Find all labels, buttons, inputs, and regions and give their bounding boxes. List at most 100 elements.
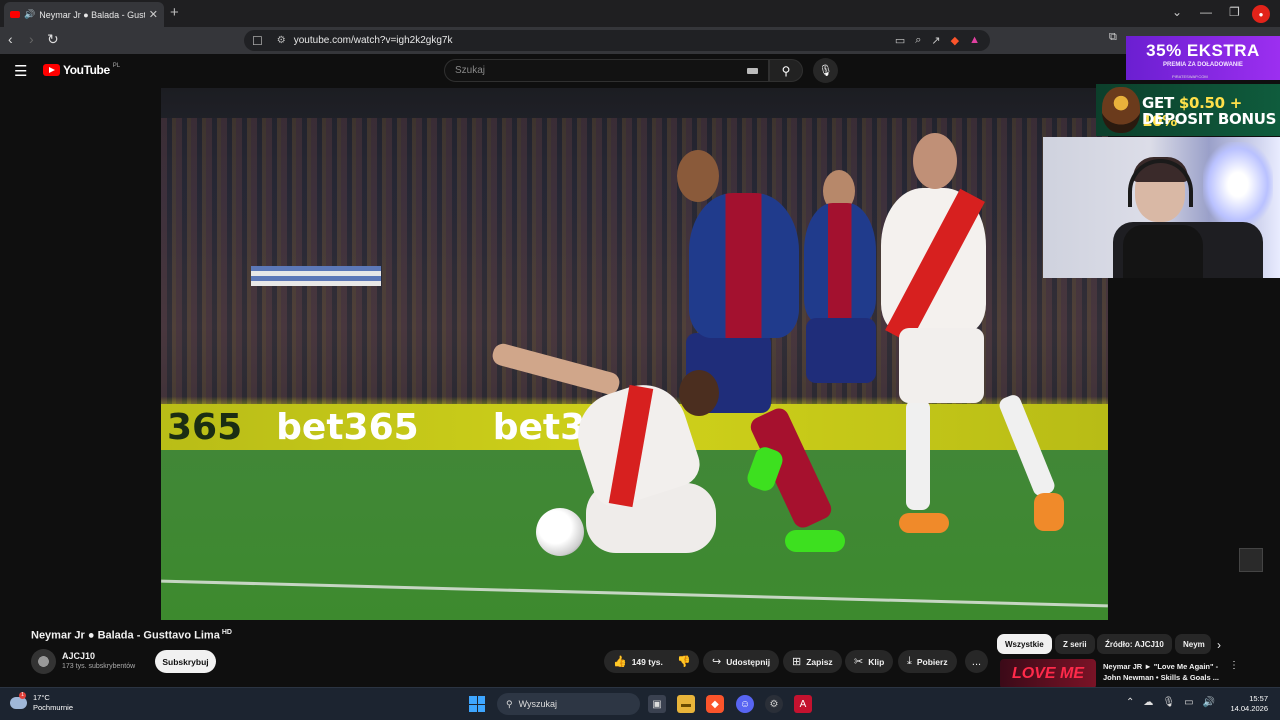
video-player[interactable]: 365 bet365 bet365 xyxy=(161,88,1108,620)
back-icon[interactable]: ‹ xyxy=(8,31,13,47)
video-title: Neymar Jr ● Balada - Gusttavo Lima HD xyxy=(31,629,232,642)
player-jersey xyxy=(804,203,876,323)
save-label: Zapisz xyxy=(806,656,833,667)
subscribe-button[interactable]: Subskrybuj xyxy=(155,650,216,673)
brave-shield-icon[interactable]: ◆ xyxy=(951,34,959,47)
share-label: Udostępnij xyxy=(726,656,771,667)
task-view-icon[interactable]: ▣ xyxy=(648,695,666,713)
like-count[interactable]: 149 tys. xyxy=(632,657,663,667)
clock-time: 15:57 xyxy=(1249,694,1268,703)
volume-icon[interactable]: 🔊 xyxy=(1203,697,1215,708)
tab-search-chevron-icon[interactable]: ⌄ xyxy=(1172,5,1182,19)
profile-badge-icon[interactable]: ● xyxy=(1252,5,1270,23)
new-tab-button[interactable]: + xyxy=(170,4,179,21)
brave-browser-icon[interactable]: ◆ xyxy=(706,695,724,713)
more-actions-button[interactable]: ... xyxy=(965,650,988,673)
player-jersey xyxy=(689,193,799,338)
youtube-play-icon xyxy=(43,64,60,76)
reload-icon[interactable]: ↻ xyxy=(47,31,59,48)
search-input[interactable]: Szukaj xyxy=(444,59,769,82)
sidebar-thumbnail[interactable] xyxy=(1239,548,1263,572)
chip-series[interactable]: Z serii xyxy=(1055,634,1095,654)
bookmark-icon[interactable]: ☐ xyxy=(252,34,263,48)
subscriber-count: 173 tys. subskrybentów xyxy=(62,663,136,670)
clip-button[interactable]: ✂ Klip xyxy=(845,650,894,673)
share-icon: ↪ xyxy=(712,656,722,668)
omnibox[interactable]: ☐ ⚙ youtube.com/watch?v=igh2k2gkg7k ▭ ⌕ … xyxy=(244,30,990,51)
cloud-icon: 1 xyxy=(10,692,27,709)
cast-icon[interactable]: ▭ xyxy=(895,34,905,47)
search-button[interactable]: ⚲ xyxy=(769,59,803,82)
weather-widget[interactable]: 1 17°C Pochmurnie xyxy=(10,692,74,713)
webcam-light xyxy=(1203,142,1273,227)
channel-avatar[interactable] xyxy=(31,649,56,674)
windows-start-icon[interactable] xyxy=(469,696,485,712)
forward-icon[interactable]: › xyxy=(29,31,34,47)
browser-tab-bar: 🔊 Neymar Jr ● Balada - Gusttavo Lima ✕ +… xyxy=(0,0,1280,27)
address-toolbar: ‹ › ↻ ☐ ⚙ youtube.com/watch?v=igh2k2gkg7… xyxy=(0,27,1280,54)
chevron-up-icon[interactable]: ⌃ xyxy=(1126,697,1134,708)
microphone-icon[interactable]: 🎙 xyxy=(1162,697,1175,708)
webcam-shirt xyxy=(1123,225,1203,278)
extensions-icon[interactable]: ⧉ xyxy=(1109,31,1117,44)
clip-label: Klip xyxy=(868,656,885,667)
steam-icon[interactable]: ⚙ xyxy=(765,695,783,713)
share-button[interactable]: ↪ Udostępnij xyxy=(703,650,780,673)
windows-taskbar: 1 17°C Pochmurnie ⚲ Wyszukaj ▣ ▬ ◆ ☺ ⚙ A … xyxy=(0,687,1280,720)
player-boot xyxy=(785,530,845,552)
close-tab-icon[interactable]: ✕ xyxy=(149,8,158,21)
player-head xyxy=(677,150,719,202)
clock[interactable]: 15:57 14.04.2026 xyxy=(1226,694,1268,714)
cloud-sync-icon[interactable]: ☁ xyxy=(1143,697,1153,708)
chip-source[interactable]: Źródło: AJCJ10 xyxy=(1097,634,1172,654)
more-vert-icon[interactable]: ⋮ xyxy=(1229,660,1239,671)
chip-all[interactable]: Wszystkie xyxy=(997,634,1052,654)
youtube-header: ☰ YouTube PL Szukaj ⚲ 🎙 xyxy=(0,54,1280,88)
chevron-right-icon[interactable]: › xyxy=(1217,638,1221,652)
zoom-icon[interactable]: ⌕ xyxy=(915,34,921,47)
promo-banner[interactable]: 35% EKSTRA PREMIA ZA DOŁADOWANIE PIRATES… xyxy=(1126,36,1280,80)
discord-icon[interactable]: ☺ xyxy=(736,695,754,713)
url-text[interactable]: youtube.com/watch?v=igh2k2gkg7k xyxy=(294,35,453,46)
file-explorer-icon[interactable]: ▬ xyxy=(677,695,695,713)
save-icon: ⊞ xyxy=(792,656,802,668)
site-settings-icon[interactable]: ⚙ xyxy=(277,35,286,46)
deposit-bonus-banner[interactable]: GET $0.50 + 10% DEPOSIT BONUS xyxy=(1096,84,1280,136)
suggested-video-thumbnail[interactable]: LOVE ME xyxy=(1000,659,1096,689)
mascot-icon xyxy=(1102,87,1140,133)
promo-headline: 35% EKSTRA xyxy=(1146,41,1260,60)
logo-text: YouTube xyxy=(63,63,110,77)
player-head xyxy=(679,370,719,416)
keyboard-icon[interactable] xyxy=(747,68,758,74)
system-tray: ⌃ ☁ 🎙 ▭ 🔊 xyxy=(1126,697,1215,708)
menu-icon[interactable]: ☰ xyxy=(14,62,27,80)
voice-search-button[interactable]: 🎙 xyxy=(813,58,838,83)
share-page-icon[interactable]: ↗ xyxy=(931,34,940,47)
player-leg xyxy=(906,400,930,510)
dislike-button[interactable]: 👎 xyxy=(670,650,698,673)
pitch-line xyxy=(161,579,1108,608)
speaker-icon[interactable]: 🔊 xyxy=(24,9,35,20)
mic-icon: 🎙 xyxy=(818,65,833,77)
search-icon: ⚲ xyxy=(781,63,791,78)
adboard-text: 365 xyxy=(167,406,243,448)
weather-condition: Pochmurnie xyxy=(33,703,74,712)
youtube-logo[interactable]: YouTube PL xyxy=(43,63,120,77)
app-a-icon[interactable]: A xyxy=(794,695,812,713)
display-icon[interactable]: ▭ xyxy=(1184,697,1193,708)
browser-tab-active[interactable]: 🔊 Neymar Jr ● Balada - Gusttavo Lima ✕ xyxy=(4,2,164,27)
maximize-icon[interactable]: ❐ xyxy=(1229,5,1240,19)
minimize-icon[interactable]: — xyxy=(1200,5,1212,19)
save-button[interactable]: ⊞ Zapisz xyxy=(783,650,842,673)
player-head xyxy=(913,133,957,189)
taskbar-search[interactable]: ⚲ Wyszukaj xyxy=(497,693,640,715)
rewards-icon[interactable]: ▲ xyxy=(969,34,980,47)
chip-neymar[interactable]: Neym xyxy=(1175,634,1211,654)
download-icon: ⤓ xyxy=(907,655,912,667)
channel-name[interactable]: AJCJ10 xyxy=(62,651,95,661)
suggested-video-title[interactable]: Neymar JR ► "Love Me Again" - John Newma… xyxy=(1103,661,1225,683)
like-icon[interactable]: 👍 xyxy=(613,655,627,668)
download-button[interactable]: ⤓ Pobierz xyxy=(898,650,957,673)
webcam-overlay xyxy=(1043,137,1280,278)
video-title-text: Neymar Jr ● Balada - Gusttavo Lima xyxy=(31,629,220,642)
